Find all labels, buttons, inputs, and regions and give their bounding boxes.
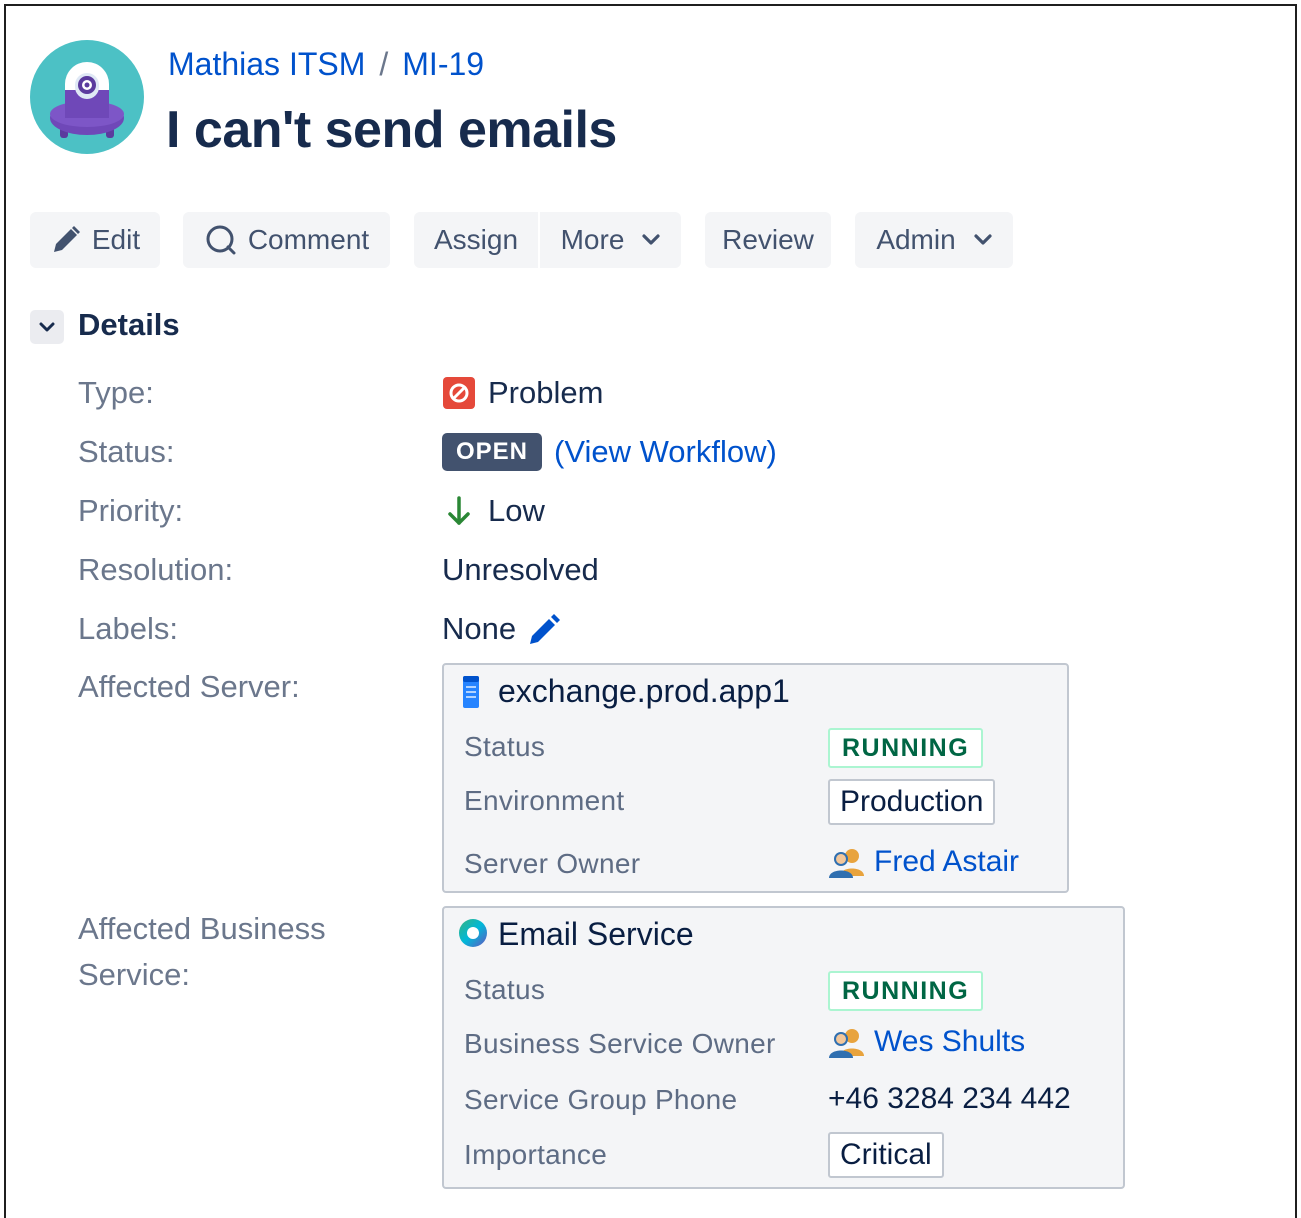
assign-button[interactable]: Assign [414, 212, 538, 268]
admin-button-label: Admin [876, 224, 956, 255]
labels-label: Labels: [78, 611, 178, 646]
workflow-close-paren: ) [766, 434, 777, 469]
service-importance-value: Critical [828, 1132, 944, 1178]
priority-label: Priority: [78, 493, 184, 528]
affected-service-label-line2: Service: [78, 957, 190, 992]
view-workflow-link[interactable]: View Workflow [564, 429, 766, 475]
labels-value: None [442, 606, 562, 652]
edit-button-label: Edit [91, 224, 141, 255]
service-icon [459, 919, 487, 947]
service-phone-label: Service Group Phone [464, 1084, 738, 1115]
status-value: OPEN (View Workflow) [442, 429, 777, 475]
service-status-value: RUNNING [828, 971, 984, 1011]
breadcrumb-issue-link[interactable]: MI-19 [402, 46, 484, 82]
server-name[interactable]: exchange.prod.app1 [498, 673, 790, 710]
type-value-text: Problem [488, 375, 604, 410]
details-collapse-toggle[interactable] [30, 310, 64, 344]
users-icon [829, 1029, 864, 1058]
chevron-down-icon [974, 234, 992, 245]
pencil-icon[interactable] [528, 612, 562, 646]
server-owner-name: Fred Astair [874, 845, 1020, 878]
breadcrumb-project-link[interactable]: Mathias ITSM [168, 46, 365, 82]
service-name[interactable]: Email Service [498, 916, 694, 953]
affected-service-label: Affected Business Service: [78, 906, 326, 998]
resolution-value: Unresolved [442, 552, 599, 587]
server-icon [463, 676, 479, 708]
priority-value: Low [442, 488, 545, 534]
chevron-down-icon [39, 322, 55, 331]
resolution-label: Resolution: [78, 552, 234, 587]
server-environment-value: Production [828, 779, 996, 825]
type-value: Problem [442, 370, 603, 416]
users-icon [829, 849, 864, 878]
service-owner-value[interactable]: Wes Shults [828, 1025, 1025, 1059]
server-status-badge: RUNNING [828, 728, 984, 768]
environment-chip: Production [828, 779, 996, 825]
server-card: exchange.prod.app1 Status RUNNING Enviro… [442, 663, 1069, 893]
service-owner-label: Business Service Owner [464, 1028, 776, 1059]
labels-value-text: None [442, 611, 517, 646]
type-label: Type: [78, 375, 154, 410]
service-owner-name: Wes Shults [874, 1025, 1026, 1058]
review-button[interactable]: Review [705, 212, 831, 268]
service-status-label: Status [464, 974, 546, 1005]
status-label: Status: [78, 434, 175, 469]
breadcrumb: Mathias ITSM / MI-19 [168, 44, 484, 84]
service-status-badge: RUNNING [828, 971, 984, 1011]
pencil-icon [53, 226, 80, 252]
affected-service-label-line1: Affected Business [78, 911, 326, 946]
project-avatar[interactable] [30, 40, 144, 154]
robot-avatar-icon [30, 40, 144, 154]
server-status-value: RUNNING [828, 728, 984, 768]
comment-button-label: Comment [247, 224, 370, 255]
review-button-label: Review [722, 224, 814, 255]
problem-icon [443, 377, 475, 409]
server-status-label: Status [464, 731, 546, 762]
comment-button[interactable]: Comment [183, 212, 390, 268]
more-button-label: More [560, 224, 625, 255]
issue-title: I can't send emails [166, 101, 617, 159]
service-card: Email Service Status RUNNING Business Se… [442, 906, 1125, 1189]
breadcrumb-separator: / [379, 46, 389, 82]
affected-server-label: Affected Server: [78, 669, 300, 704]
assign-button-label: Assign [433, 224, 519, 255]
comment-icon [206, 225, 236, 255]
priority-value-text: Low [488, 493, 545, 528]
service-importance-label: Importance [464, 1139, 608, 1170]
arrow-down-icon [448, 496, 470, 525]
service-phone-value: +46 3284 234 442 [828, 1082, 1071, 1115]
server-environment-label: Environment [464, 785, 625, 816]
edit-button[interactable]: Edit [30, 212, 160, 268]
admin-button[interactable]: Admin [855, 212, 1013, 268]
server-owner-label: Server Owner [464, 848, 641, 879]
details-heading: Details [78, 307, 180, 342]
more-button[interactable]: More [540, 212, 681, 268]
status-badge: OPEN [442, 433, 543, 471]
importance-chip: Critical [828, 1132, 944, 1178]
server-owner-value[interactable]: Fred Astair [828, 845, 1019, 879]
chevron-down-icon [642, 234, 660, 245]
workflow-open-paren: ( [554, 434, 565, 469]
